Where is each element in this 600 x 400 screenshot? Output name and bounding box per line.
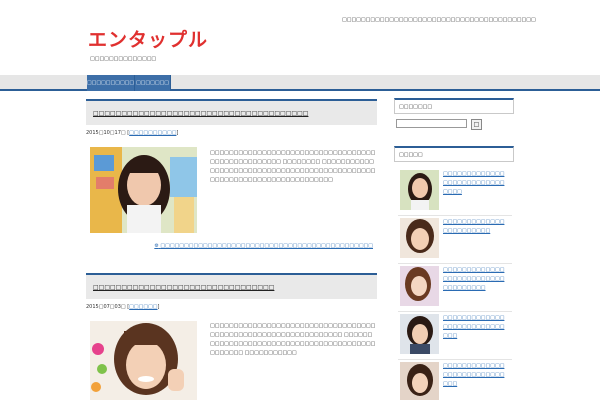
post-date: 2015□10□17□ <box>86 130 126 136</box>
post-thumbnail[interactable] <box>90 147 197 233</box>
popular-thumbnail[interactable] <box>400 362 439 400</box>
popular-title-link[interactable]: □□□□□□□□□□□□□□□□□□□□□□□□□□□□□□□□□□□ <box>443 266 509 293</box>
post-meta: 2015□10□17□ [□□□□□□□□□□] <box>86 130 179 136</box>
post-excerpt: □□□□□□□□□□□□□□□□□□□□□□□□□□□□□□□□□□□□□□□□… <box>210 323 376 356</box>
popular-title-link[interactable]: □□□□□□□□□□□□□□□□□□□□□□□□□□□□□ <box>443 314 509 341</box>
post-title-link[interactable]: □□□□□□□□□□□□□□□□□□□□□□□□□□□□□□□□□□□□□□ <box>93 110 308 117</box>
search-input[interactable] <box>396 119 467 128</box>
nav-item-home[interactable]: □□□□□□□□□□ <box>87 75 135 91</box>
post-thumbnail[interactable] <box>90 321 197 400</box>
read-more-link[interactable]: ⚙ □□□□□□□□□□□□□□□□□□□□□□□□□□□□□□□□□□□□□□… <box>154 243 373 249</box>
page: エンタップル □□□□□□□□□□□□□□ □□□□□□□□□□□□□□□□□□… <box>0 0 600 400</box>
site-logo[interactable]: エンタップル <box>88 27 208 51</box>
post-title-box: □□□□□□□□□□□□□□□□□□□□□□□□□□□□□□□□ <box>86 273 377 299</box>
post-title-box: □□□□□□□□□□□□□□□□□□□□□□□□□□□□□□□□□□□□□□ <box>86 99 377 125</box>
search-button[interactable]: □ <box>471 119 482 130</box>
popular-item[interactable]: □□□□□□□□□□□□□□□□□□□□□□□ <box>398 216 512 264</box>
popular-widget-title: □□□□□ <box>394 146 514 162</box>
popular-thumbnail[interactable] <box>400 314 439 354</box>
popular-title-link[interactable]: □□□□□□□□□□□□□□□□□□□□□□□□□□□□□ <box>443 362 509 389</box>
post-category-link[interactable]: □□□□□□□□□□ <box>129 130 176 136</box>
post-meta: 2015□07□03□ [□□□□□□] <box>86 304 160 310</box>
post-excerpt: □□□□□□□□□□□□□□□□□□□□□□□□□□□□□□□□□□□□□□□□… <box>210 150 376 183</box>
popular-item[interactable]: □□□□□□□□□□□□□□□□□□□□□□□□□□□□□ <box>398 360 512 400</box>
post-category-link[interactable]: □□□□□□ <box>129 304 157 310</box>
site-description: □□□□□□□□□□□□□□□□□□□□□□□□□□□□□□□□□□□□□□□□… <box>342 17 536 23</box>
popular-item[interactable]: □□□□□□□□□□□□□□□□□□□□□□□□□□□□□ <box>398 312 512 360</box>
search-widget-title: □□□□□□□ <box>394 98 514 114</box>
main-nav: □□□□□□□□□□ □□□□□□□ <box>0 75 600 91</box>
popular-thumbnail[interactable] <box>400 266 439 306</box>
post-title-link[interactable]: □□□□□□□□□□□□□□□□□□□□□□□□□□□□□□□□ <box>93 284 274 291</box>
post-date: 2015□07□03□ <box>86 304 126 310</box>
popular-title-link[interactable]: □□□□□□□□□□□□□□□□□□□□□□□□□□□□□□ <box>443 170 509 197</box>
popular-thumbnail[interactable] <box>400 170 439 210</box>
site-tagline: □□□□□□□□□□□□□□ <box>90 56 157 62</box>
popular-item[interactable]: □□□□□□□□□□□□□□□□□□□□□□□□□□□□□□ <box>398 168 512 216</box>
popular-item[interactable]: □□□□□□□□□□□□□□□□□□□□□□□□□□□□□□□□□□□ <box>398 264 512 312</box>
popular-title-link[interactable]: □□□□□□□□□□□□□□□□□□□□□□□ <box>443 218 509 236</box>
nav-item-profile[interactable]: □□□□□□□ <box>135 75 171 91</box>
popular-thumbnail[interactable] <box>400 218 439 258</box>
read-more-icon: ⚙ <box>154 243 159 249</box>
